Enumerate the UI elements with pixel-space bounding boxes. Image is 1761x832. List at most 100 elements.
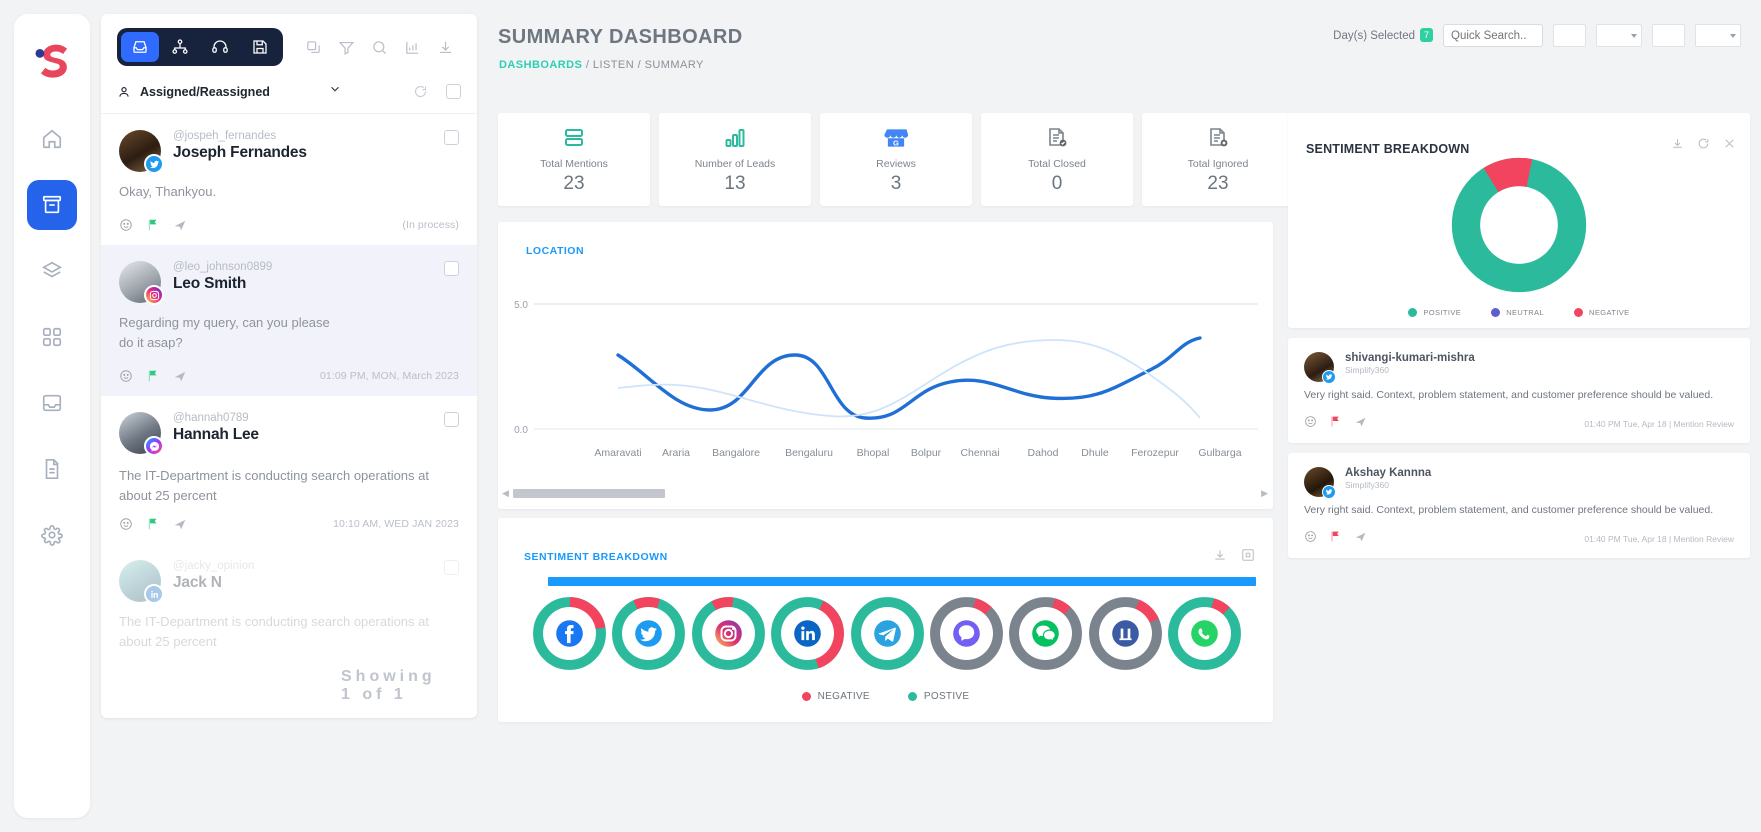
- channel-ring-whatsapp[interactable]: [1167, 596, 1242, 671]
- send-reply-icon[interactable]: [173, 218, 187, 232]
- legend-dot-positive: [1408, 308, 1418, 317]
- refresh-icon[interactable]: [413, 84, 428, 99]
- date-range-button[interactable]: [1553, 24, 1586, 47]
- sentiment-donut-chart: [1288, 155, 1750, 295]
- mention-review-card[interactable]: Akshay Kannna Simplify360 Very right sai…: [1288, 453, 1750, 558]
- channel-ring-linkedin[interactable]: [770, 596, 845, 671]
- channel-ring-instagram[interactable]: [691, 596, 766, 671]
- channel-ring-twitter[interactable]: [611, 596, 686, 671]
- sentiment-emoji-icon[interactable]: [119, 369, 133, 383]
- y-tick-bottom: 0.0: [514, 425, 528, 436]
- scrollbar-track[interactable]: [512, 488, 1257, 498]
- sentiment-emoji-icon[interactable]: [1304, 530, 1317, 548]
- download-icon[interactable]: [1671, 137, 1684, 155]
- segment-inbox[interactable]: [121, 32, 159, 62]
- conversation-checkbox[interactable]: [444, 560, 459, 575]
- sidebar-item-apps[interactable]: [27, 312, 77, 362]
- assigned-filter-label: Assigned/Reassigned: [140, 84, 270, 99]
- send-reply-icon[interactable]: [1354, 530, 1367, 548]
- location-horizontal-scrollbar[interactable]: ◀ ▶: [502, 487, 1268, 499]
- conversation-checkbox[interactable]: [444, 261, 459, 276]
- close-icon[interactable]: [1723, 137, 1736, 155]
- assigned-filter[interactable]: Assigned/Reassigned: [117, 85, 270, 99]
- telegram-icon: [860, 607, 914, 660]
- review-timestamp: 01:40 PM Tue, Apr 18 | Mention Review: [1584, 534, 1734, 544]
- kpi-label: Total Closed: [1028, 158, 1086, 170]
- review-timestamp: 01:40 PM Tue, Apr 18 | Mention Review: [1584, 419, 1734, 429]
- legend-label: NEGATIVE: [817, 691, 870, 702]
- sidebar-item-layers[interactable]: [27, 246, 77, 296]
- inbox-segment-control: [117, 28, 283, 66]
- mixi-icon: [1098, 607, 1152, 660]
- refresh-icon[interactable]: [1697, 137, 1710, 155]
- legend-item-neutral: NEUTRAL: [1491, 308, 1544, 317]
- select-all-checkbox[interactable]: [446, 84, 461, 99]
- download-icon[interactable]: [1213, 548, 1227, 567]
- google-my-business-icon: G: [883, 124, 909, 152]
- sidebar-item-publish[interactable]: [27, 378, 77, 428]
- segment-saved[interactable]: [241, 32, 279, 62]
- twitter-badge-icon: [144, 154, 164, 174]
- sidebar-item-inbox[interactable]: [27, 180, 77, 230]
- conversation-item[interactable]: @hannah0789 Hannah Lee The IT-Department…: [101, 396, 477, 544]
- send-reply-icon[interactable]: [173, 517, 187, 531]
- sentiment-emoji-icon[interactable]: [119, 517, 133, 531]
- segment-workflow[interactable]: [161, 32, 199, 62]
- scrollbar-thumb[interactable]: [512, 488, 665, 498]
- quick-search-input[interactable]: [1443, 24, 1543, 47]
- sidebar-item-settings[interactable]: [27, 510, 77, 560]
- kpi-card-total-ignored[interactable]: Total Ignored 23: [1142, 113, 1294, 206]
- copy-icon[interactable]: [305, 39, 322, 56]
- kpi-card-reviews[interactable]: G Reviews 3: [820, 113, 972, 206]
- filter-dropdown-2[interactable]: [1695, 24, 1741, 47]
- conversation-item[interactable]: @jospeh_fernandes Joseph Fernandes Okay,…: [101, 114, 477, 245]
- view-toggle-button[interactable]: [1652, 24, 1685, 47]
- legend-label: POSTIVE: [923, 691, 970, 702]
- channel-ring-facebook[interactable]: [532, 596, 607, 671]
- mention-review-card[interactable]: shivangi-kumari-mishra Simplify360 Very …: [1288, 338, 1750, 443]
- scroll-left-arrow[interactable]: ◀: [502, 488, 509, 499]
- breadcrumb-dashboards[interactable]: DASHBOARDS: [499, 59, 582, 71]
- expand-icon[interactable]: [1241, 548, 1255, 567]
- funnel-filter-icon[interactable]: [338, 39, 355, 56]
- x-tick: Bolpur: [911, 447, 942, 459]
- channel-ring-mixi[interactable]: [1088, 596, 1163, 671]
- conversation-checkbox[interactable]: [444, 412, 459, 427]
- flag-icon[interactable]: [146, 517, 160, 531]
- inbox-toolbar: [101, 14, 477, 76]
- channel-ring-telegram[interactable]: [850, 596, 925, 671]
- sentiment-emoji-icon[interactable]: [1304, 415, 1317, 433]
- svg-text:G: G: [893, 139, 899, 148]
- sidebar-item-reports[interactable]: [27, 444, 77, 494]
- send-reply-icon[interactable]: [173, 369, 187, 383]
- conversation-item[interactable]: @leo_johnson0899 Leo Smith Regarding my …: [101, 245, 477, 396]
- search-icon[interactable]: [371, 39, 388, 56]
- segment-support[interactable]: [201, 32, 239, 62]
- conversation-item[interactable]: @jacky_opinion Jack N The IT-Department …: [101, 544, 477, 665]
- channel-ring-wechat[interactable]: [1008, 596, 1083, 671]
- filter-dropdown-1[interactable]: [1596, 24, 1642, 47]
- kpi-card-total-closed[interactable]: Total Closed 0: [981, 113, 1133, 206]
- kpi-card-total-mentions[interactable]: Total Mentions 23: [498, 113, 650, 206]
- sidebar-item-home[interactable]: [27, 114, 77, 164]
- send-reply-icon[interactable]: [1354, 415, 1367, 433]
- channel-ring-viber[interactable]: [929, 596, 1004, 671]
- viber-icon: [939, 607, 993, 660]
- flag-icon[interactable]: [146, 218, 160, 232]
- x-tick: Chennai: [960, 447, 999, 459]
- flag-icon[interactable]: [1329, 530, 1342, 548]
- download-icon[interactable]: [437, 39, 454, 56]
- x-tick: Gulbarga: [1198, 447, 1241, 459]
- instagram-badge-icon: [144, 285, 164, 305]
- breadcrumb-listen[interactable]: LISTEN: [593, 59, 634, 71]
- flag-icon[interactable]: [1329, 415, 1342, 433]
- chevron-down-icon[interactable]: [328, 82, 342, 101]
- scroll-right-arrow[interactable]: ▶: [1261, 488, 1268, 499]
- bar-chart-icon[interactable]: [404, 39, 421, 56]
- sentiment-emoji-icon[interactable]: [119, 218, 133, 232]
- conversation-checkbox[interactable]: [444, 130, 459, 145]
- avatar: [119, 130, 164, 174]
- kpi-value: 3: [890, 173, 902, 194]
- kpi-card-number-of-leads[interactable]: Number of Leads 13: [659, 113, 811, 206]
- flag-icon[interactable]: [146, 369, 160, 383]
